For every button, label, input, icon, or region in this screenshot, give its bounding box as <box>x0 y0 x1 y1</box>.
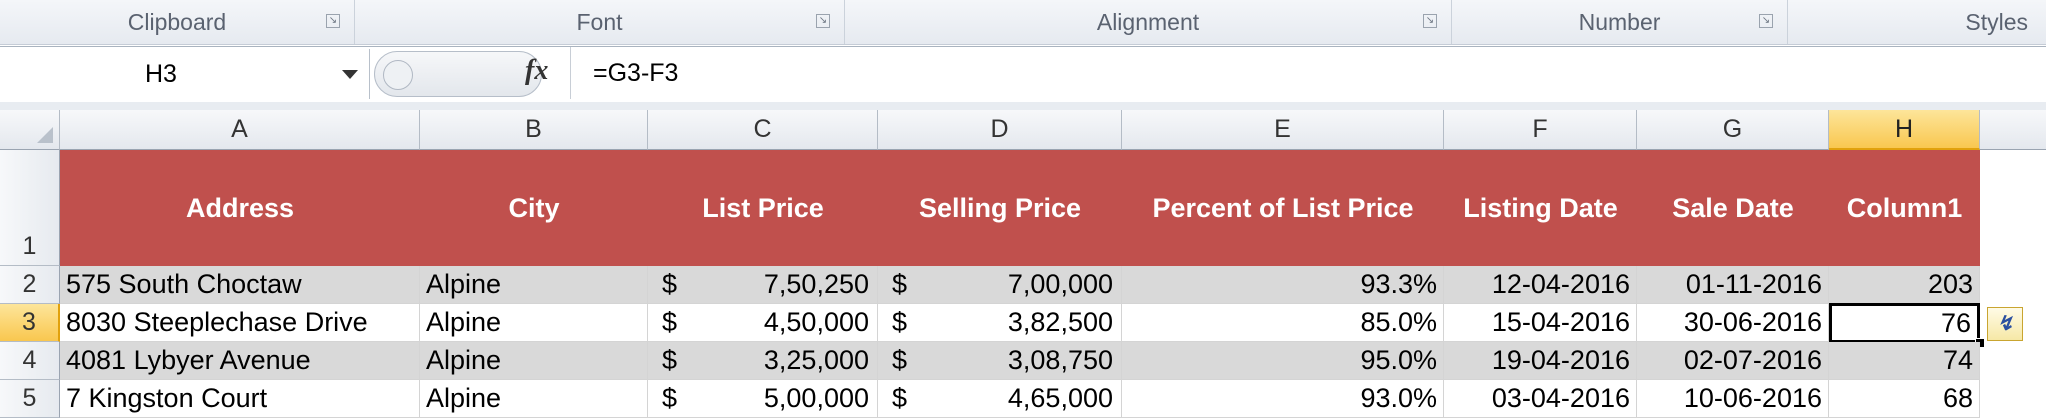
cell-c5[interactable]: $5,00,000 <box>648 380 878 418</box>
cell-e3[interactable]: 85.0% <box>1122 304 1444 342</box>
column-header-d[interactable]: D <box>878 110 1122 150</box>
table-header-sale-date[interactable]: Sale Date <box>1637 150 1829 266</box>
ribbon-group-bar: Clipboard ↘ Font ↘ Alignment ↘ Number ↘ … <box>0 0 2046 45</box>
column-header-h[interactable]: H <box>1829 110 1980 150</box>
currency-symbol: $ <box>892 269 908 299</box>
ribbon-group-font: Font ↘ <box>355 0 845 44</box>
insert-function-icon[interactable]: fx <box>525 55 548 87</box>
formula-bar-splitter[interactable] <box>374 51 542 97</box>
currency-symbol: $ <box>662 307 678 337</box>
cell-f2[interactable]: 12-04-2016 <box>1444 266 1637 304</box>
worksheet-grid[interactable]: A B C D E F G H 1 2 3 4 5 Address City L… <box>0 110 2046 418</box>
table-header-listing-date[interactable]: Listing Date <box>1444 150 1637 266</box>
formula-input[interactable]: =G3-F3 <box>593 59 678 88</box>
cell-c2[interactable]: $7,50,250 <box>648 266 878 304</box>
cell-d4[interactable]: $3,08,750 <box>878 342 1122 380</box>
column-header-f[interactable]: F <box>1444 110 1637 150</box>
chevron-down-icon[interactable] <box>342 70 358 79</box>
cell-value: 5,00,000 <box>763 383 869 413</box>
ribbon-group-label: Clipboard <box>127 8 227 35</box>
row-header-2[interactable]: 2 <box>0 266 60 304</box>
cell-value: 3,82,500 <box>1007 307 1113 337</box>
cell-h2[interactable]: 203 <box>1829 266 1980 304</box>
ribbon-group-label: Number <box>1578 8 1661 35</box>
row-header-1[interactable]: 1 <box>0 150 60 266</box>
table-header-column1[interactable]: Column1 <box>1829 150 1980 266</box>
row-header-4[interactable]: 4 <box>0 342 60 380</box>
row-header-5[interactable]: 5 <box>0 380 60 418</box>
cell-value: 4,65,000 <box>1007 383 1113 413</box>
cell-e5[interactable]: 93.0% <box>1122 380 1444 418</box>
cell-e4[interactable]: 95.0% <box>1122 342 1444 380</box>
divider <box>570 47 571 99</box>
table-header-percent[interactable]: Percent of List Price <box>1122 150 1444 266</box>
cell-g5[interactable]: 10-06-2016 <box>1637 380 1829 418</box>
cell-c4[interactable]: $3,25,000 <box>648 342 878 380</box>
currency-symbol: $ <box>892 383 908 413</box>
currency-symbol: $ <box>662 345 678 375</box>
ribbon-group-label: Styles <box>1965 8 2028 35</box>
ribbon-group-clipboard: Clipboard ↘ <box>0 0 355 44</box>
ribbon-group-alignment: Alignment ↘ <box>845 0 1452 44</box>
cell-d5[interactable]: $4,65,000 <box>878 380 1122 418</box>
cell-d2[interactable]: $7,00,000 <box>878 266 1122 304</box>
dialog-launcher-icon[interactable]: ↘ <box>1423 14 1437 28</box>
ribbon-group-label: Alignment <box>1096 8 1200 35</box>
resize-handle-icon[interactable] <box>383 60 413 90</box>
error-checking-icon[interactable]: ↯ <box>1987 307 2023 341</box>
column-header-c[interactable]: C <box>648 110 878 150</box>
dialog-launcher-icon[interactable]: ↘ <box>816 14 830 28</box>
cell-a2[interactable]: 575 South Choctaw <box>60 266 420 304</box>
cell-a5[interactable]: 7 Kingston Court <box>60 380 420 418</box>
dialog-launcher-icon[interactable]: ↘ <box>326 14 340 28</box>
cell-h4[interactable]: 74 <box>1829 342 1980 380</box>
column-header-g[interactable]: G <box>1637 110 1829 150</box>
formula-bar: H3 fx =G3-F3 <box>0 46 2046 104</box>
column-header-e[interactable]: E <box>1122 110 1444 150</box>
cell-b2[interactable]: Alpine <box>420 266 648 304</box>
cell-c3[interactable]: $4,50,000 <box>648 304 878 342</box>
cell-value: 7,00,000 <box>1007 269 1113 299</box>
column-header-empty[interactable] <box>1980 110 2046 150</box>
cell-e2[interactable]: 93.3% <box>1122 266 1444 304</box>
column-header-a[interactable]: A <box>60 110 420 150</box>
table-header-city[interactable]: City <box>420 150 648 266</box>
cell-g4[interactable]: 02-07-2016 <box>1637 342 1829 380</box>
ribbon-group-styles: Styles <box>1788 0 2046 44</box>
currency-symbol: $ <box>892 307 908 337</box>
cell-b5[interactable]: Alpine <box>420 380 648 418</box>
cell-h3-active[interactable]: 76 <box>1829 303 1980 343</box>
cell-f4[interactable]: 19-04-2016 <box>1444 342 1637 380</box>
table-header-selling-price[interactable]: Selling Price <box>878 150 1122 266</box>
table-header-address[interactable]: Address <box>60 150 420 266</box>
cell-d3[interactable]: $3,82,500 <box>878 304 1122 342</box>
ribbon-group-label: Font <box>576 8 623 35</box>
cell-f3[interactable]: 15-04-2016 <box>1444 304 1637 342</box>
cell-a4[interactable]: 4081 Lybyer Avenue <box>60 342 420 380</box>
cell-value: 7,50,250 <box>763 269 869 299</box>
cell-f5[interactable]: 03-04-2016 <box>1444 380 1637 418</box>
column-header-b[interactable]: B <box>420 110 648 150</box>
name-box-value: H3 <box>145 59 177 88</box>
select-all-button[interactable] <box>0 110 60 150</box>
cell-a3[interactable]: 8030 Steeplechase Drive <box>60 304 420 342</box>
cell-h5[interactable]: 68 <box>1829 380 1980 418</box>
cell-value: 4,50,000 <box>763 307 869 337</box>
cell-value: 3,08,750 <box>1007 345 1113 375</box>
cell-b4[interactable]: Alpine <box>420 342 648 380</box>
row-header-3[interactable]: 3 <box>0 304 60 342</box>
cell-g2[interactable]: 01-11-2016 <box>1637 266 1829 304</box>
cell-value: 3,25,000 <box>763 345 869 375</box>
select-all-icon <box>37 127 53 143</box>
table-header-list-price[interactable]: List Price <box>648 150 878 266</box>
dialog-launcher-icon[interactable]: ↘ <box>1759 14 1773 28</box>
currency-symbol: $ <box>662 269 678 299</box>
currency-symbol: $ <box>892 345 908 375</box>
name-box[interactable]: H3 <box>0 49 370 99</box>
ribbon-group-number: Number ↘ <box>1452 0 1788 44</box>
cell-b3[interactable]: Alpine <box>420 304 648 342</box>
cell-g3[interactable]: 30-06-2016 <box>1637 304 1829 342</box>
currency-symbol: $ <box>662 383 678 413</box>
